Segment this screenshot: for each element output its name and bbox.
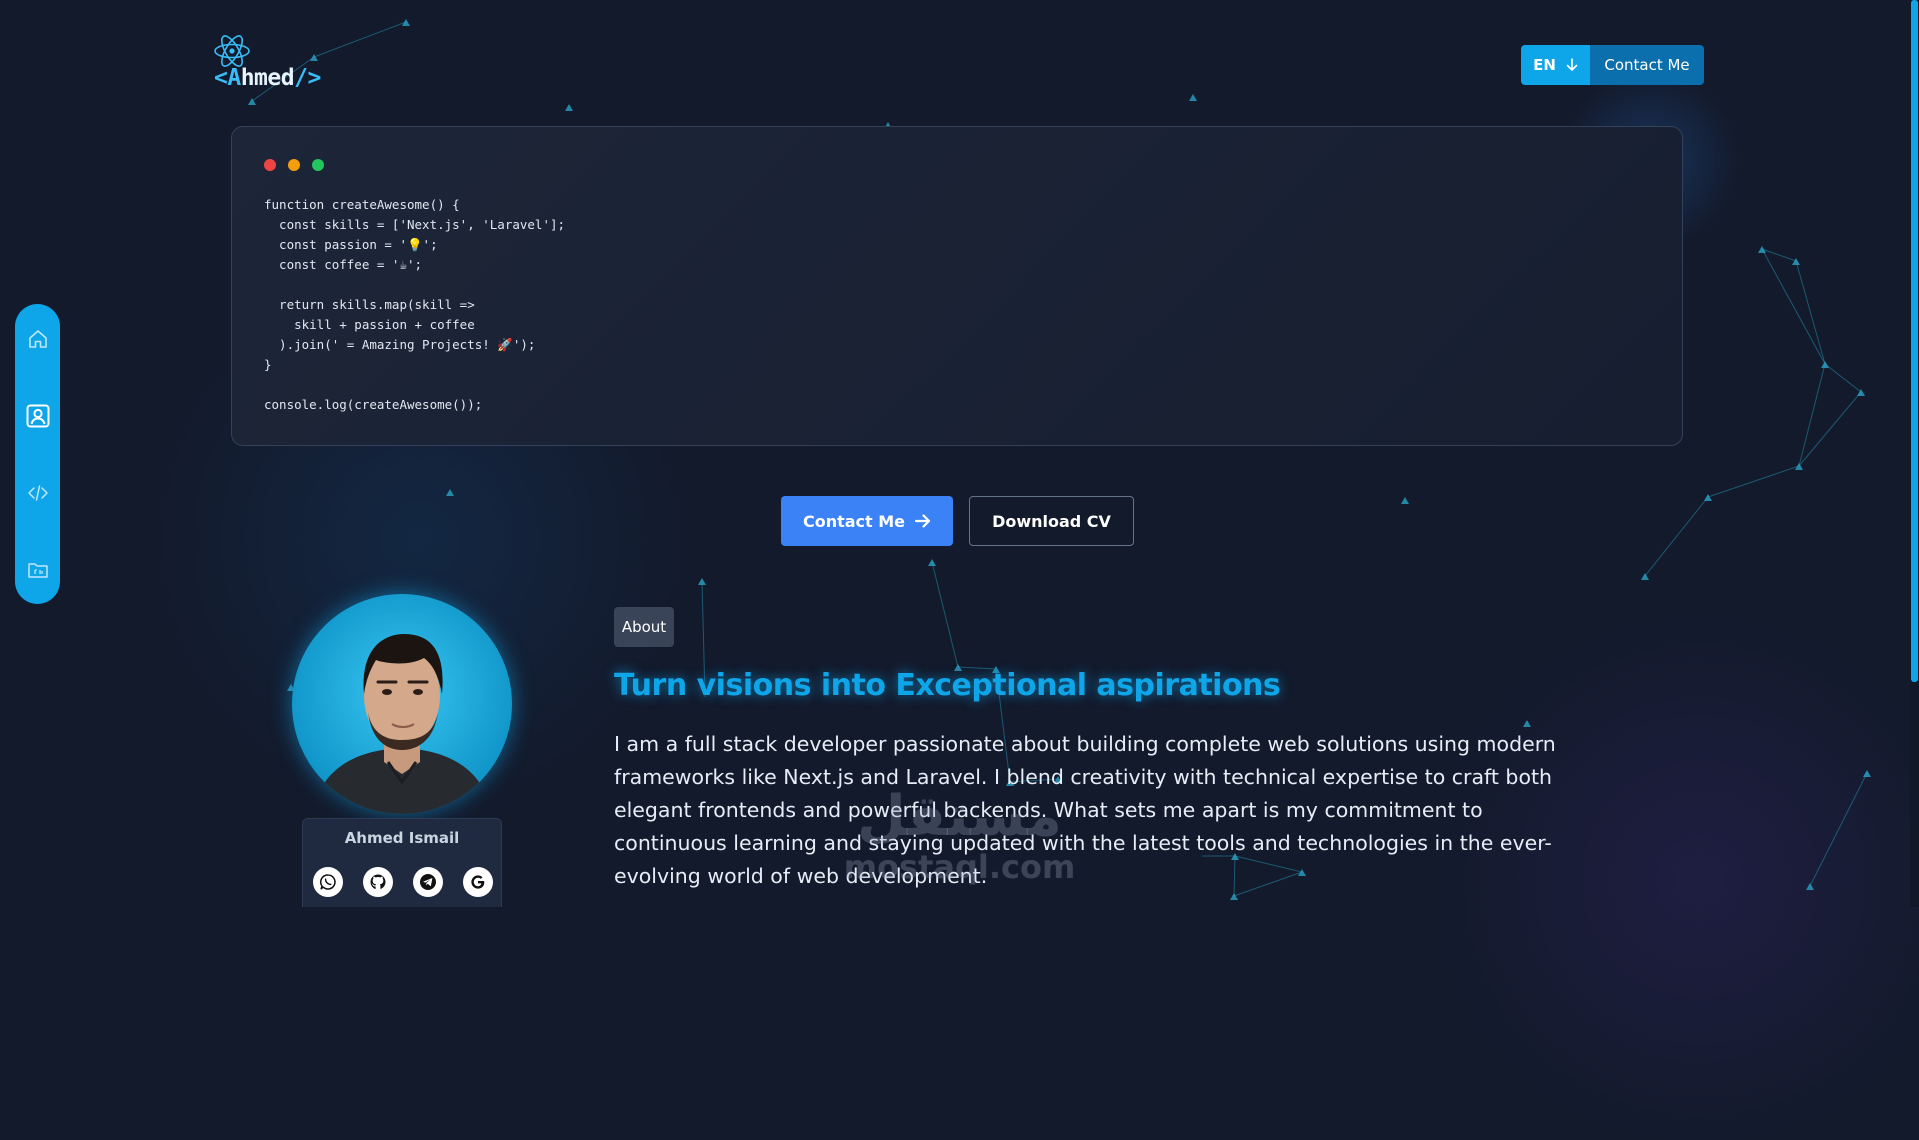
code-line: ).join(' = Amazing Projects! 🚀'); [264,337,536,352]
window-dot-yellow [288,159,300,171]
scrollbar-thumb[interactable] [1911,0,1918,682]
contact-me-label: Contact Me [802,511,906,531]
code-block: function createAwesome() { const skills … [264,195,565,415]
code-line: function createAwesome() { [264,197,460,212]
code-line: const skills = ['Next.js', 'Laravel']; [264,217,566,232]
about-description: I am a full stack developer passionate a… [614,732,1556,888]
code-line: return skills.map(skill => [264,297,475,312]
site-logo[interactable]: <Ahmed/> [212,33,342,95]
telegram-icon [420,874,436,890]
nav-item-about[interactable] [15,393,60,438]
whatsapp-icon [320,874,336,890]
avatar [292,594,512,814]
window-dot-red [264,159,276,171]
download-cv-button[interactable]: Download CV [969,496,1134,546]
profile-name: Ahmed Ismail [344,829,460,847]
window-dot-green [312,159,324,171]
user-card-icon [26,404,49,427]
side-navigation [15,304,60,604]
code-window: function createAwesome() { const skills … [231,126,1683,446]
react-atom-icon [214,35,250,67]
profile-photo [292,594,512,814]
about-headline: Turn visions into Exceptional aspiration… [614,668,1281,703]
social-telegram[interactable] [413,867,443,897]
folder-icon [27,562,48,578]
header-contact-button[interactable]: Contact Me [1590,45,1704,85]
nav-item-home[interactable] [15,316,60,361]
code-line: const passion = '💡'; [264,237,438,252]
arrow-right-icon [915,514,931,528]
code-icon [27,484,48,501]
about-badge: About [614,607,674,647]
contact-me-button[interactable]: Contact Me [781,496,953,546]
logo-text: <Ahmed/> [214,65,321,91]
social-links [313,867,493,897]
nav-item-skills[interactable] [15,470,60,515]
code-line: console.log(createAwesome()); [264,397,483,412]
nav-item-projects[interactable] [15,547,60,592]
code-line: const coffee = '☕'; [264,257,423,272]
google-icon [471,875,485,889]
header-actions: EN Contact Me [1521,45,1704,85]
language-label: EN [1533,56,1556,74]
social-github[interactable] [363,867,393,897]
window-controls [264,159,324,171]
social-google[interactable] [463,867,493,897]
github-icon [370,874,386,890]
code-line: } [264,357,272,372]
home-icon [28,329,47,348]
logo-open: <A [214,65,241,91]
arrow-down-icon [1566,58,1578,71]
language-switcher[interactable]: EN [1521,45,1590,85]
social-whatsapp[interactable] [313,867,343,897]
code-line: skill + passion + coffee [264,317,475,332]
profile-card: Ahmed Ismail [302,818,502,907]
logo-close: /> [294,65,321,91]
logo-name: hmed [240,65,295,91]
